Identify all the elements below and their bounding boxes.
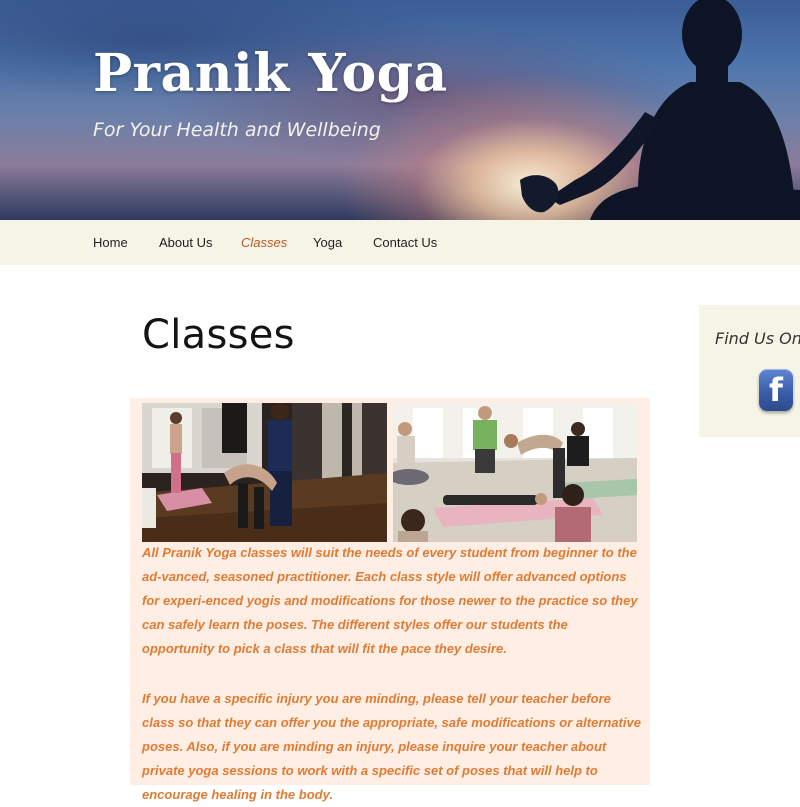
meditating-figure-silhouette [520,0,800,220]
injury-notice-paragraph: If you have a specific injury you are mi… [142,691,641,802]
nav-item-about-us[interactable]: About Us [159,235,212,251]
nav-item-contact-us[interactable]: Contact Us [373,235,437,251]
site-title[interactable]: Pranik Yoga [93,48,448,100]
facebook-icon[interactable]: f [759,369,793,411]
page-title: Classes [142,312,295,358]
yoga-class-photo-2 [393,403,637,542]
site-header-banner: Pranik Yoga For Your Health and Wellbein… [0,0,800,220]
site-tagline: For Your Health and Wellbeing [93,119,381,141]
nav-item-classes[interactable]: Classes [241,235,287,251]
classes-description-paragraph: All Pranik Yoga classes will suit the ne… [142,545,638,656]
find-us-widget: Find Us On f [699,305,800,437]
widget-title: Find Us On [715,329,800,348]
yoga-class-photo-1 [142,403,387,542]
nav-item-home[interactable]: Home [93,235,128,251]
classes-content: All Pranik Yoga classes will suit the ne… [130,398,650,802]
nav-item-yoga[interactable]: Yoga [313,235,342,251]
main-navigation: Home About Us Classes Yoga Contact Us [0,220,800,265]
